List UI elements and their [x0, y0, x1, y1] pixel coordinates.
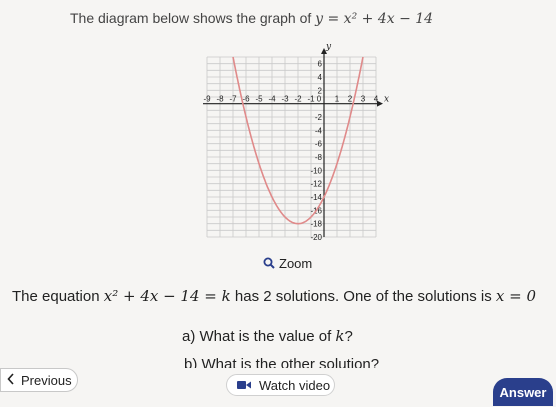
parabola-graph: xy-9 -8 -7 -6 -5 -4 -3 -2 -1 0 1 2 3 4642-2-4-6-8-10-…: [203, 42, 389, 242]
video-icon: [237, 378, 251, 393]
magnifier-icon: [263, 257, 275, 269]
graph-container: x y -9 -8 -7 -6 -5 -4 -3 -2 -1 0 1 2 3 4 6 4 2 -2 -4 -6 -8 -10-…: [0, 0, 556, 260]
previous-label: Previous: [21, 372, 72, 388]
question-intro: The equation: [12, 288, 104, 305]
y-tick-label: -6: [315, 140, 323, 149]
x-tick-label: -4: [268, 95, 276, 104]
question-middle: has 2 solutions. One of the solutions is: [230, 288, 496, 305]
y-tick-label: 2: [318, 86, 323, 95]
y-tick-label: -18: [310, 220, 322, 229]
question-statement: The equation x² + 4x − 14 = k has 2 solu…: [12, 285, 552, 308]
y-tick-label: -8: [315, 153, 323, 162]
part-a-question: a) What is the value of k?: [182, 325, 353, 348]
zoom-label: Zoom: [279, 255, 313, 271]
part-b-question: b) What is the other solution?: [184, 356, 380, 368]
x-tick-label: -8: [216, 95, 224, 104]
part-a-prefix: a) What is the value of: [182, 328, 336, 345]
y-tick-label: -10: [310, 166, 322, 175]
x-axis-label: x: [384, 95, 389, 105]
part-a-variable: k: [335, 327, 345, 345]
previous-button[interactable]: Previous: [0, 368, 78, 392]
watch-video-button[interactable]: Watch video: [226, 374, 335, 396]
zoom-button[interactable]: Zoom: [263, 254, 312, 272]
answer-button[interactable]: Answer: [493, 378, 553, 406]
chevron-left-icon: [7, 372, 15, 388]
x-tick-label: -3: [281, 95, 289, 104]
x-tick-label: 4: [374, 95, 379, 104]
y-tick-label: -12: [310, 180, 322, 189]
y-tick-label: -20: [310, 233, 322, 242]
x-tick-label: 3: [361, 95, 366, 104]
x-tick-label: -7: [229, 95, 237, 104]
watch-video-label: Watch video: [259, 377, 331, 393]
part-a-suffix: ?: [344, 328, 353, 345]
y-tick-label: 6: [318, 60, 323, 69]
x-tick-label: -1: [307, 95, 315, 104]
x-tick-label: 1: [335, 95, 340, 104]
y-tick-label: -4: [315, 126, 323, 135]
x-tick-label: -2: [294, 95, 302, 104]
y-tick-label: 4: [318, 73, 323, 82]
x-tick-label: -9: [203, 95, 211, 104]
question-equation: x² + 4x − 14 = k: [103, 287, 231, 305]
given-solution: x = 0: [495, 287, 536, 305]
x-tick-label: 2: [348, 95, 353, 104]
y-tick-label: -14: [310, 193, 322, 202]
x-tick-label: -5: [255, 95, 263, 104]
y-tick-label: -2: [315, 113, 323, 122]
y-axis-label: y: [325, 42, 332, 52]
x-tick-label: -6: [242, 95, 250, 104]
x-tick-label: 0: [317, 95, 322, 104]
